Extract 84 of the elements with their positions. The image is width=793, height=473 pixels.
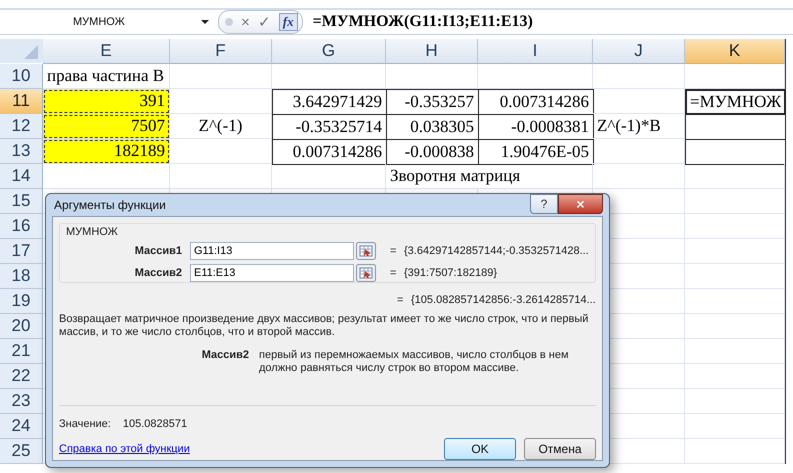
- row-header[interactable]: 19: [0, 289, 43, 314]
- column-header[interactable]: G: [272, 39, 386, 64]
- column-header[interactable]: H: [386, 39, 478, 64]
- argument-description: первый из перемножаемых массивов, число столбцов в нем должно равняться числу строк во втором массиве.: [259, 349, 570, 375]
- row-header[interactable]: 15: [0, 189, 43, 214]
- row-header[interactable]: 10: [0, 64, 43, 89]
- column-header[interactable]: E: [43, 39, 170, 64]
- row-header[interactable]: 17: [0, 239, 43, 264]
- cell-text: 1.90476E-05: [500, 142, 589, 162]
- equals-sign: =: [390, 245, 398, 257]
- enter-button[interactable]: ✓: [258, 13, 271, 31]
- cell-text: Z^(-1)*B: [597, 116, 661, 136]
- range-select-button[interactable]: [356, 242, 376, 260]
- ok-button[interactable]: OK: [444, 438, 516, 460]
- row-header[interactable]: 20: [0, 314, 43, 339]
- help-button[interactable]: ?: [530, 194, 558, 214]
- cancel-button[interactable]: ×: [241, 14, 250, 30]
- dropdown-arrow-icon[interactable]: [200, 19, 210, 25]
- cell-text: 0.038305: [410, 117, 474, 137]
- row-header[interactable]: 21: [0, 339, 43, 364]
- equals-sign: =: [390, 267, 398, 279]
- argument-field[interactable]: E11:E13: [190, 264, 354, 282]
- formula-field[interactable]: =МУМНОЖ(G11:I13;E11:E13): [312, 13, 533, 31]
- formula-result: {105.082857142856:-3.2614285714...: [411, 294, 596, 306]
- row-header[interactable]: 22: [0, 364, 43, 389]
- cell-text: 3.642971429: [292, 92, 382, 112]
- table-cell[interactable]: Z^(-1)*B: [593, 114, 685, 139]
- column-header[interactable]: I: [478, 39, 593, 64]
- cell-text: права частина В: [47, 66, 164, 86]
- name-box[interactable]: МУМНОЖ: [18, 16, 188, 28]
- row-header[interactable]: 14: [0, 164, 43, 189]
- row-header[interactable]: 11: [0, 89, 43, 114]
- argument-label: Массив2: [200, 349, 250, 363]
- row-header[interactable]: 25: [0, 439, 43, 464]
- table-cell[interactable]: [685, 114, 786, 140]
- cell-text: -0.353257: [404, 92, 474, 112]
- cell-text: =МУМНОЖ: [690, 92, 782, 112]
- highlighted-cell[interactable]: 7507: [43, 114, 170, 139]
- cell-text: 0.007314286: [292, 142, 382, 162]
- highlighted-cell[interactable]: 391: [43, 89, 170, 114]
- cell-text: Z^(-1): [198, 116, 242, 136]
- row-header[interactable]: 16: [0, 214, 43, 239]
- table-cell[interactable]: Зворотня матриця: [386, 164, 593, 189]
- function-name: МУМНОЖ: [66, 226, 119, 238]
- argument-result: {391:7507:182189}: [404, 267, 497, 279]
- table-cell[interactable]: 1.90476E-05: [478, 139, 594, 165]
- cell-text: 0.007314286: [500, 92, 589, 112]
- column-header[interactable]: K: [685, 39, 785, 64]
- dialog-title: Аргументы функции: [53, 198, 166, 212]
- table-cell[interactable]: [685, 139, 786, 165]
- argument-label: Массив2: [134, 267, 183, 279]
- cell-text: 7507: [131, 116, 165, 136]
- value-label: Значение:: [59, 418, 111, 430]
- highlighted-cell[interactable]: 182189: [43, 139, 170, 164]
- cell-text: -0.0008381: [511, 117, 589, 137]
- grip-icon: [225, 18, 233, 26]
- row-header[interactable]: 18: [0, 264, 43, 289]
- table-cell[interactable]: 0.007314286: [478, 89, 594, 115]
- select-all-button[interactable]: [0, 39, 43, 63]
- cell-text: -0.35325714: [296, 117, 382, 137]
- help-link[interactable]: Справка по этой функции: [59, 443, 190, 455]
- function-description: Возвращает матричное произведение двух массивов; результат имеет то же число строк, что и первый массив, и то же число столбцов, что и второй массив.: [59, 313, 589, 339]
- column-header[interactable]: J: [593, 39, 685, 64]
- table-cell[interactable]: =МУМНОЖ: [685, 89, 786, 115]
- cancel-button[interactable]: Отмена: [524, 438, 596, 460]
- value-text: 105.0828571: [122, 418, 188, 430]
- cell-text: 391: [140, 91, 165, 111]
- argument-field[interactable]: G11:I13: [190, 242, 354, 260]
- column-header[interactable]: F: [170, 39, 272, 64]
- insert-function-button[interactable]: fx: [278, 13, 298, 31]
- table-cell[interactable]: Z^(-1): [170, 114, 272, 139]
- table-cell[interactable]: 0.007314286: [272, 139, 387, 165]
- cell-text: 182189: [114, 141, 165, 161]
- row-header[interactable]: 24: [0, 414, 43, 439]
- argument-result: {3.64297142857144;-0.3532571428...: [404, 245, 589, 257]
- row-header[interactable]: 12: [0, 114, 43, 139]
- cell-text: Зворотня матриця: [390, 166, 520, 186]
- equals-sign: =: [397, 294, 404, 306]
- argument-label: Массив1: [134, 245, 183, 257]
- table-cell[interactable]: 3.642971429: [272, 89, 387, 115]
- row-header[interactable]: 23: [0, 389, 43, 414]
- row-header[interactable]: 13: [0, 139, 43, 164]
- range-select-button[interactable]: [356, 264, 376, 282]
- cell-text: -0.000838: [404, 142, 474, 162]
